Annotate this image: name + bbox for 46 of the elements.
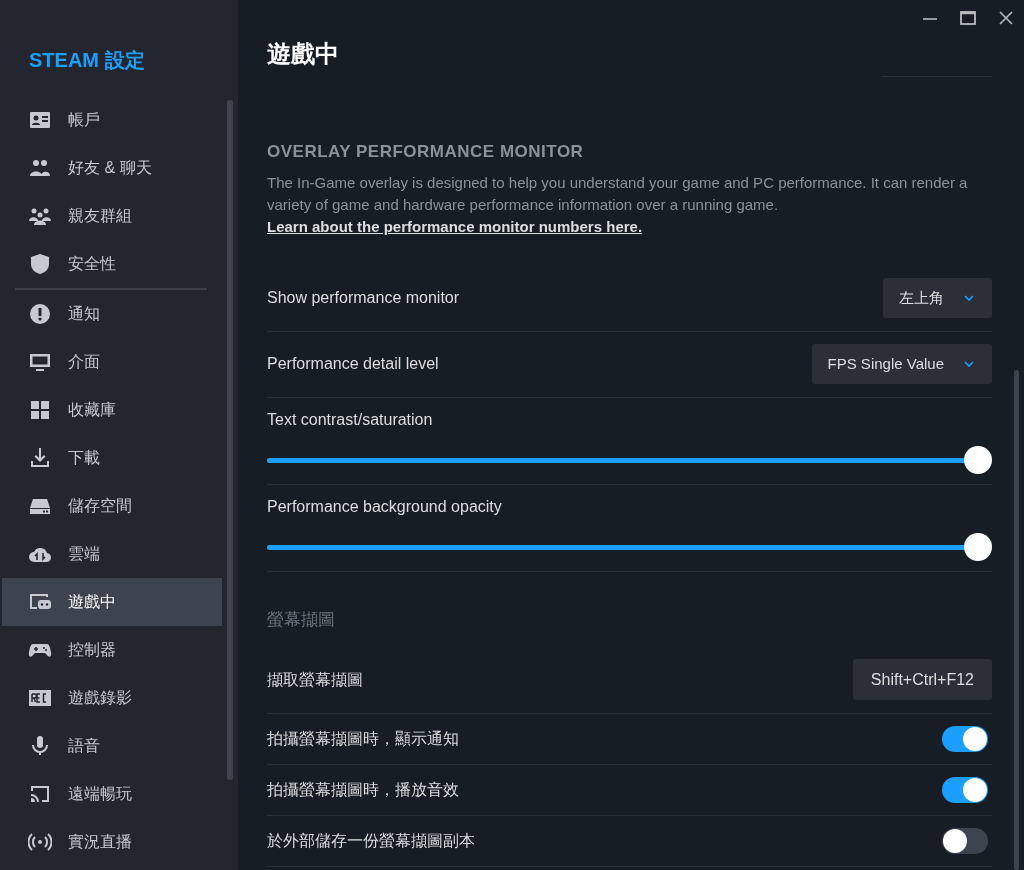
broadcast-icon (28, 830, 52, 854)
sidebar-item[interactable]: 實況直播 (2, 818, 222, 866)
setting-label: Show performance monitor (267, 288, 460, 308)
sidebar-item[interactable]: 雲端 (2, 530, 222, 578)
sidebar-item[interactable]: 安全性 (2, 240, 222, 288)
slider-thumb[interactable] (964, 532, 992, 561)
shield-icon (28, 252, 52, 276)
setting-label: 拍攝螢幕擷圖時，顯示通知 (267, 728, 459, 749)
slider[interactable] (267, 532, 992, 561)
setting-label: Performance background opacity (267, 496, 503, 517)
sidebar-item[interactable]: 通知 (2, 290, 222, 338)
sidebar-item[interactable]: 親友群組 (2, 192, 222, 240)
sidebar-item[interactable]: 遠端暢玩 (2, 770, 222, 818)
sidebar-item[interactable]: 語音 (2, 722, 222, 770)
slider[interactable] (267, 445, 992, 474)
subsection-heading: 螢幕擷圖 (267, 609, 335, 632)
section-description: The In-Game overlay is designed to help you understand your game and PC performance. It can render a variety of game and hardware performance information over a running game. Learn about the performance monitor numbers here. (267, 172, 969, 237)
slider-thumb[interactable] (964, 445, 992, 474)
section-heading: OVERLAY PERFORMANCE MONITOR (267, 141, 585, 163)
app-title: STEAM 設定 (29, 48, 145, 73)
maximize-icon[interactable] (958, 8, 978, 28)
sidebar-item[interactable]: 好友 & 聊天 (2, 144, 222, 192)
page-title: 遊戲中 (267, 39, 340, 69)
sidebar-item[interactable]: 帳戶 (2, 96, 222, 144)
learn-more-link[interactable]: Learn about the performance monitor numbers here. (267, 217, 643, 235)
grid-icon (28, 398, 52, 422)
alert-icon (28, 302, 52, 326)
toggle-switch[interactable] (942, 776, 988, 803)
sidebar-item[interactable]: 下載 (2, 434, 222, 482)
setting-label: 拍攝螢幕擷圖時，播放音效 (267, 779, 459, 800)
dropdown[interactable]: FPS Single Value (811, 344, 992, 384)
setting-label: Text contrast/saturation (267, 409, 434, 430)
sidebar-item[interactable]: 控制器 (2, 626, 222, 674)
sidebar-item[interactable]: 收藏庫 (2, 386, 222, 434)
sidebar-item[interactable]: 介面 (2, 338, 222, 386)
download-icon (28, 446, 52, 470)
toggle-switch[interactable] (942, 827, 988, 854)
toggle-switch[interactable] (942, 725, 988, 752)
sidebar-item[interactable]: 遊戲中 (2, 578, 222, 626)
sidebar-item[interactable]: 儲存空間 (2, 482, 222, 530)
setting-label: 於外部儲存一份螢幕擷圖副本 (267, 830, 475, 851)
setting-label: 擷取螢幕擷圖 (267, 669, 363, 690)
setting-label: Performance detail level (267, 354, 439, 374)
sidebar-item[interactable]: 遊戲錄影 (2, 674, 222, 722)
dropdown[interactable]: 左上角 (883, 278, 992, 318)
hotkey-button[interactable]: Shift+Ctrl+F12 (852, 659, 992, 700)
